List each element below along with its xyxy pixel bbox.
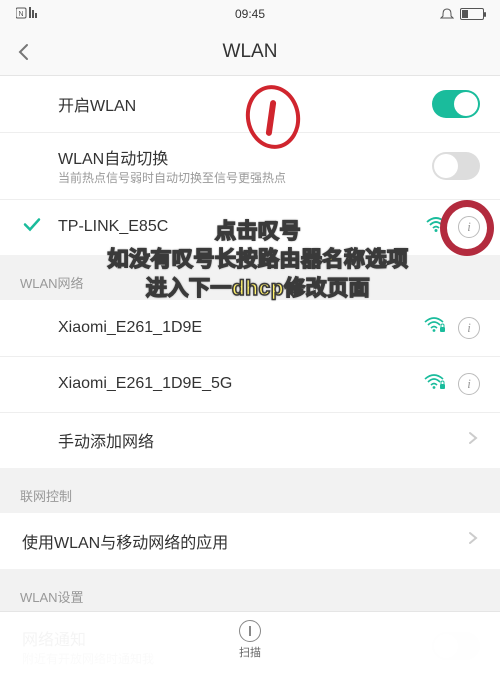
apps-control-label: 使用WLAN与移动网络的应用 — [22, 529, 466, 553]
header: WLAN — [0, 28, 500, 76]
network-row[interactable]: Xiaomi_E261_1D9E_5G i — [0, 356, 500, 412]
header-title: WLAN — [223, 41, 278, 63]
apps-control-row[interactable]: 使用WLAN与移动网络的应用 — [0, 513, 500, 569]
wifi-lock-icon — [424, 317, 446, 338]
wlan-auto-switch-row[interactable]: WLAN自动切换 当前热点信号弱时自动切换至信号更强热点 — [0, 132, 500, 199]
chevron-right-icon — [466, 431, 480, 450]
manual-add-label: 手动添加网络 — [58, 428, 466, 452]
chevron-left-icon — [14, 42, 34, 62]
wlan-auto-switch-label: WLAN自动切换 — [58, 145, 432, 169]
status-time: 09:45 — [0, 7, 500, 21]
scan-icon[interactable] — [239, 620, 261, 642]
wlan-enable-toggle[interactable] — [432, 90, 480, 118]
wlan-auto-switch-sub: 当前热点信号弱时自动切换至信号更强热点 — [58, 171, 432, 187]
bottom-tab: 扫描 — [0, 611, 500, 667]
wlan-enable-row[interactable]: 开启WLAN — [0, 76, 500, 132]
scan-label[interactable]: 扫描 — [239, 644, 261, 660]
wlan-auto-switch-toggle[interactable] — [432, 152, 480, 180]
check-icon — [22, 215, 42, 240]
connected-ssid: TP-LINK_E85C — [58, 218, 426, 236]
chevron-right-icon — [466, 531, 480, 550]
manual-add-row[interactable]: 手动添加网络 — [0, 412, 500, 468]
section-network-control: 联网控制 — [0, 468, 500, 513]
network-row[interactable]: Xiaomi_E261_1D9E i — [0, 300, 500, 356]
section-networks: WLAN网络 — [0, 255, 500, 300]
wlan-enable-label: 开启WLAN — [58, 92, 432, 116]
wifi-lock-icon — [424, 374, 446, 395]
network-ssid: Xiaomi_E261_1D9E — [58, 319, 424, 337]
wifi-icon — [426, 217, 446, 238]
battery-icon — [460, 8, 484, 20]
status-bar: N 09:45 — [0, 0, 500, 28]
network-ssid: Xiaomi_E261_1D9E_5G — [58, 375, 424, 393]
info-icon[interactable]: i — [458, 216, 480, 238]
info-icon[interactable]: i — [458, 317, 480, 339]
info-icon[interactable]: i — [458, 373, 480, 395]
connected-network-row[interactable]: TP-LINK_E85C i — [0, 199, 500, 255]
section-wlan-settings: WLAN设置 — [0, 569, 500, 614]
back-button[interactable] — [14, 28, 34, 76]
